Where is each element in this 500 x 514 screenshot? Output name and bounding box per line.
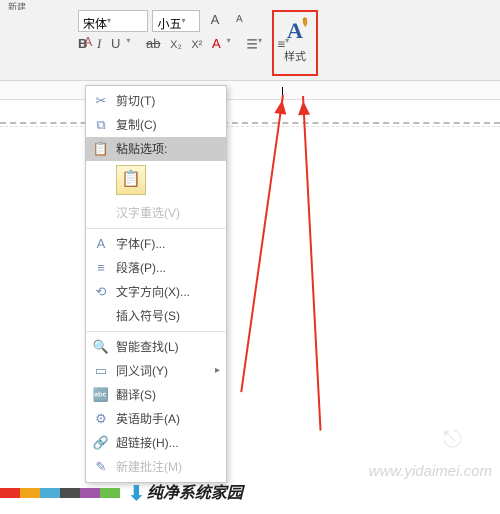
submenu-icon: ▸ bbox=[215, 359, 220, 383]
menu-paragraph[interactable]: ≡段落(P)... bbox=[86, 256, 226, 280]
watermark-url: www.yidaimei.com bbox=[369, 463, 492, 480]
menu-paste-options-header: 📋粘贴选项: bbox=[86, 137, 226, 161]
menu-english-assistant[interactable]: ⚙英语助手(A) bbox=[86, 407, 226, 431]
link-icon: 🔗 bbox=[92, 431, 110, 455]
font-icon: A bbox=[92, 232, 110, 256]
menu-copy[interactable]: ⧉复制(C) bbox=[86, 113, 226, 137]
section-dashed-line-2 bbox=[0, 126, 500, 127]
pagebreak-icon: ⎋ bbox=[443, 426, 462, 454]
annotation-arrow bbox=[240, 95, 284, 392]
assistant-icon: ⚙ bbox=[92, 407, 110, 431]
menu-insert-symbol[interactable]: 插入符号(S) bbox=[86, 304, 226, 328]
font-name-combo[interactable]: 宋体▾ bbox=[78, 10, 148, 32]
ribbon-top-fragment: 新建 bbox=[0, 0, 500, 10]
font-color-button[interactable]: A▾ bbox=[212, 36, 237, 51]
menu-smart-lookup[interactable]: 🔍智能查找(L) bbox=[86, 335, 226, 359]
underline-button[interactable]: U▾ bbox=[111, 36, 136, 51]
bold-button[interactable]: B bbox=[78, 36, 87, 51]
styles-icon: A✎ bbox=[287, 18, 303, 44]
superscript-button[interactable]: X² bbox=[191, 39, 202, 51]
strike-button[interactable]: ab bbox=[146, 36, 160, 51]
format-row: B I U▾ ab X₂ X² A▾ ☰▾ ≡▾ bbox=[78, 36, 301, 52]
comment-icon: ✎ bbox=[92, 455, 110, 479]
bullets-button[interactable]: ☰▾ bbox=[246, 36, 268, 52]
menu-text-direction[interactable]: ⟲文字方向(X)... bbox=[86, 280, 226, 304]
subscript-button[interactable]: X₂ bbox=[170, 39, 182, 51]
translate-icon: 🔤 bbox=[92, 383, 110, 407]
footer-brand: ⬇纯净系统家园 bbox=[128, 479, 243, 506]
footer-logo-icon: ⬇ bbox=[128, 483, 145, 505]
paste-options-row: 📋 bbox=[86, 161, 226, 201]
menu-hyperlink[interactable]: 🔗超链接(H)... bbox=[86, 431, 226, 455]
menu-separator bbox=[86, 331, 226, 332]
menu-new-comment: ✎新建批注(M) bbox=[86, 455, 226, 479]
menu-translate[interactable]: 🔤翻译(S) bbox=[86, 383, 226, 407]
annotation-arrow bbox=[302, 96, 322, 431]
search-icon: 🔍 bbox=[92, 335, 110, 359]
context-menu: ✂剪切(T) ⧉复制(C) 📋粘贴选项: 📋 汉字重选(V) A字体(F)...… bbox=[85, 85, 227, 483]
copy-icon: ⧉ bbox=[92, 113, 110, 137]
menu-separator bbox=[86, 228, 226, 229]
ribbon: 新建 宋体▾ 小五▾ A A A B I U▾ ab X₂ X² A▾ ☰▾ ≡… bbox=[0, 0, 500, 81]
paragraph-icon: ≡ bbox=[92, 256, 110, 280]
book-icon: ▭ bbox=[92, 359, 110, 383]
ruler[interactable] bbox=[0, 81, 500, 100]
clipboard-icon: 📋 bbox=[92, 137, 110, 161]
section-dashed-line bbox=[0, 122, 500, 124]
text-direction-icon: ⟲ bbox=[92, 280, 110, 304]
menu-font[interactable]: A字体(F)... bbox=[86, 232, 226, 256]
paste-keep-source-button[interactable]: 📋 bbox=[116, 165, 146, 195]
styles-button[interactable]: A✎ 样式 bbox=[272, 10, 318, 76]
shrink-font-button[interactable]: A bbox=[230, 11, 248, 29]
font-size-combo[interactable]: 小五▾ bbox=[152, 10, 200, 32]
footer-color-stripe bbox=[0, 488, 120, 498]
grow-font-button[interactable]: A bbox=[206, 11, 224, 29]
menu-cjk-reselect: 汉字重选(V) bbox=[86, 201, 226, 225]
styles-label: 样式 bbox=[274, 48, 316, 64]
menu-cut[interactable]: ✂剪切(T) bbox=[86, 89, 226, 113]
menu-synonyms[interactable]: ▭同义词(Y)▸ bbox=[86, 359, 226, 383]
italic-button[interactable]: I bbox=[97, 36, 101, 52]
scissors-icon: ✂ bbox=[92, 89, 110, 113]
